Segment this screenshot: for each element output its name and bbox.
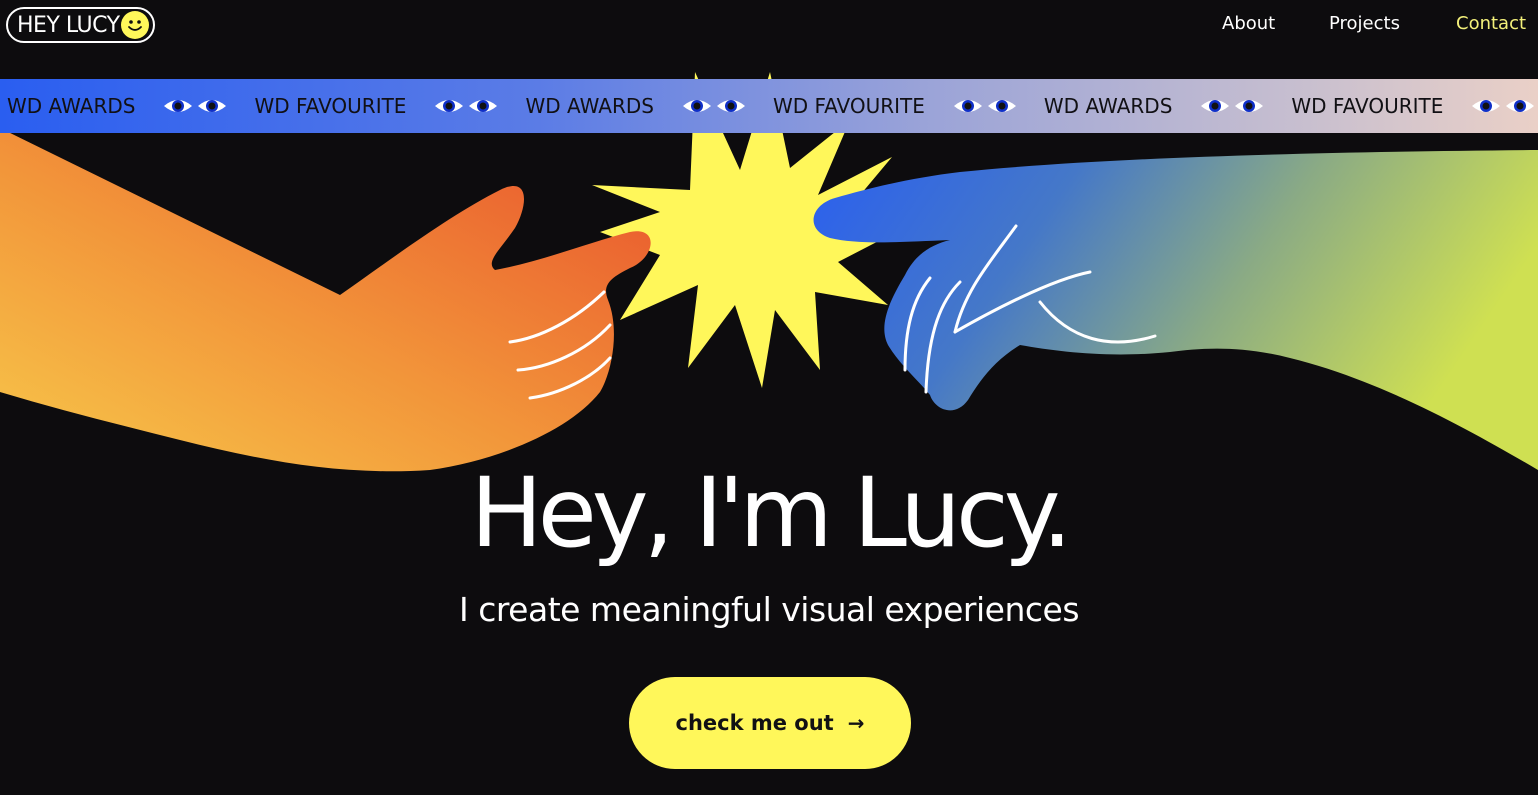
hero-subtitle: I create meaningful visual experiences: [458, 590, 1080, 629]
awards-marquee: WD AWARDS WD FAVOURITE WD AWARDS WD FAVO…: [0, 79, 1538, 133]
eyes-icon: [1471, 97, 1535, 115]
hero-title: Hey, I'm Lucy.: [470, 457, 1073, 569]
blue-hand-shape: [813, 150, 1538, 470]
eyes-icon: [682, 97, 746, 115]
smiley-face-icon: [120, 11, 149, 39]
eyes-icon: [163, 97, 227, 115]
marquee-item: WD FAVOURITE: [1291, 94, 1444, 118]
arrow-right-icon: →: [847, 711, 865, 735]
marquee-item: WD FAVOURITE: [772, 94, 925, 118]
eyes-icon: [1200, 97, 1264, 115]
orange-hand-shape: [0, 128, 651, 472]
eyes-icon: [434, 97, 498, 115]
marquee-item: WD AWARDS: [525, 94, 654, 118]
eyes-icon: [953, 97, 1017, 115]
site-logo[interactable]: HEY LUCY: [6, 7, 155, 43]
marquee-item: WD AWARDS: [7, 94, 136, 118]
check-me-out-button[interactable]: check me out →: [629, 677, 911, 769]
cta-label: check me out: [675, 711, 834, 735]
logo-text: HEY LUCY: [17, 12, 120, 38]
marquee-item: WD AWARDS: [1043, 94, 1173, 118]
marquee-item: WD FAVOURITE: [254, 94, 407, 118]
